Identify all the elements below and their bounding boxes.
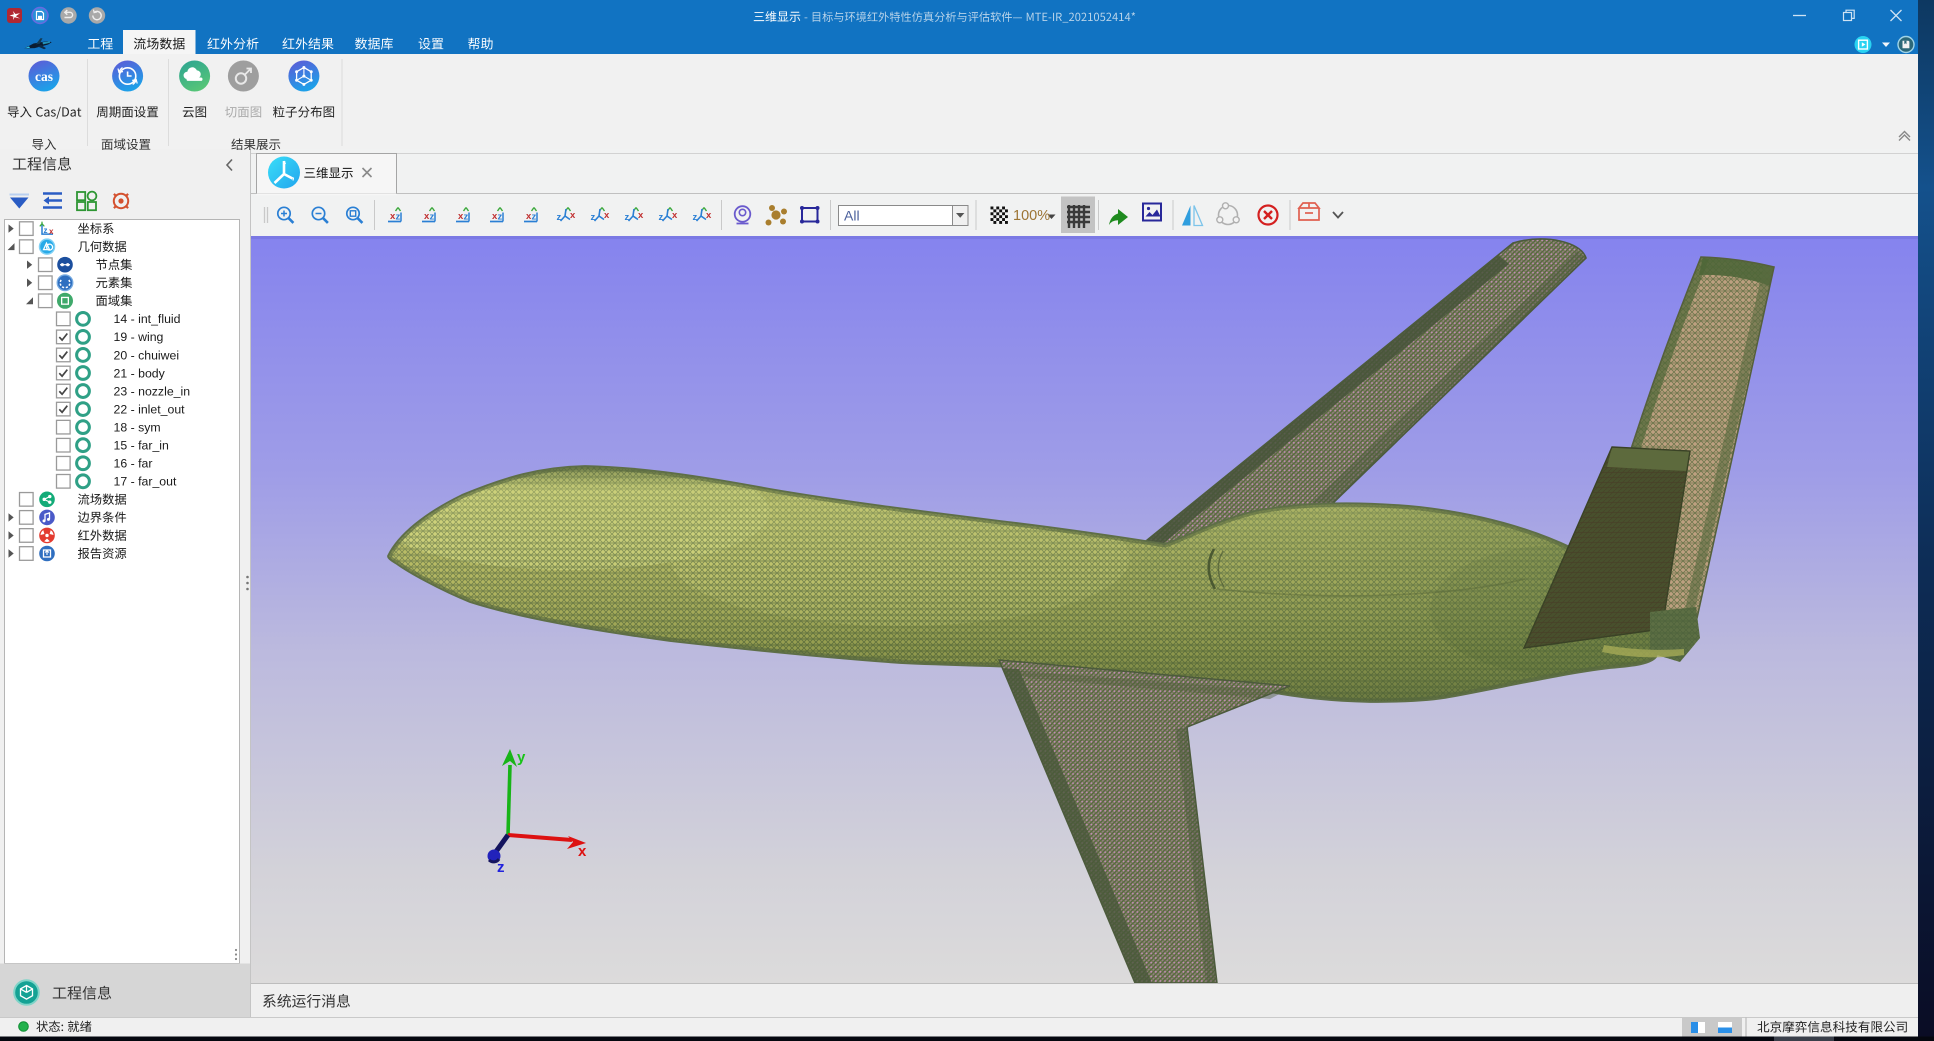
svg-text:z: z	[497, 859, 505, 876]
svg-text:19 - wing: 19 - wing	[114, 330, 164, 344]
svg-text:23 - nozzle_in: 23 - nozzle_in	[114, 384, 191, 398]
svg-text:z: z	[44, 226, 48, 235]
svg-text:All: All	[844, 208, 860, 224]
svg-text:z: z	[430, 212, 435, 223]
svg-text:20 - chuiwei: 20 - chuiwei	[114, 348, 180, 362]
svg-text:x: x	[49, 227, 54, 236]
svg-text:z: z	[464, 212, 469, 223]
svg-text:18 - sym: 18 - sym	[114, 420, 161, 434]
svg-text:17 - far_out: 17 - far_out	[114, 475, 177, 489]
svg-text:z: z	[498, 212, 503, 223]
svg-text:x: x	[672, 210, 678, 221]
svg-text:21 - body: 21 - body	[114, 366, 166, 380]
svg-text:z: z	[396, 212, 401, 223]
svg-text:x: x	[578, 843, 587, 860]
svg-text:x: x	[604, 210, 610, 221]
svg-text:y: y	[517, 749, 526, 766]
svg-text:z: z	[659, 212, 664, 223]
svg-text:15 - far_in: 15 - far_in	[114, 439, 170, 453]
svg-text:100%: 100%	[1013, 208, 1050, 224]
svg-text:14 - int_fluid: 14 - int_fluid	[114, 312, 181, 326]
svg-text:x: x	[706, 210, 712, 221]
svg-text:x: x	[638, 210, 644, 221]
svg-text:z: z	[693, 212, 698, 223]
svg-text:22 - inlet_out: 22 - inlet_out	[114, 402, 186, 416]
svg-text:z: z	[625, 212, 630, 223]
svg-text:z: z	[557, 212, 562, 223]
svg-text:cas: cas	[35, 69, 53, 84]
svg-text:z: z	[591, 212, 596, 223]
svg-text:z: z	[532, 212, 537, 223]
svg-text:x: x	[570, 210, 576, 221]
svg-text:16 - far: 16 - far	[114, 457, 153, 471]
